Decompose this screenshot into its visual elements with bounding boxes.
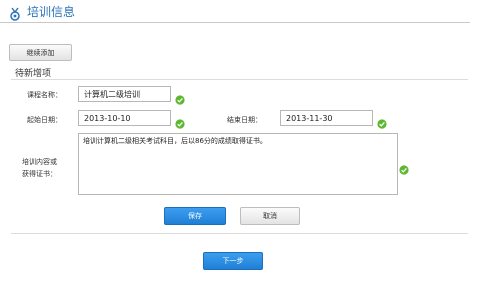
page-title: 培训信息 xyxy=(27,5,76,19)
cancel-button[interactable]: 取消 xyxy=(240,207,300,225)
section-divider xyxy=(11,79,468,80)
check-icon xyxy=(175,114,185,129)
training-content-label: 培训内容或 获得证书： xyxy=(22,156,57,180)
start-date-label: 起始日期： xyxy=(27,116,62,124)
end-date-input[interactable]: 2013-11-30 xyxy=(280,110,373,126)
save-button[interactable]: 保存 xyxy=(164,207,226,225)
course-name-label: 课程名称： xyxy=(27,91,62,99)
course-name-input[interactable]: 计算机二级培训 xyxy=(78,86,171,102)
header-divider xyxy=(0,22,470,23)
footer-divider xyxy=(11,233,468,234)
medal-icon xyxy=(8,6,22,21)
section-title: 待新增项 xyxy=(15,69,52,79)
check-icon xyxy=(377,114,387,129)
continue-add-button[interactable]: 继续添加 xyxy=(9,44,72,61)
check-icon xyxy=(175,90,185,105)
training-content-label-line2: 获得证书： xyxy=(22,170,57,178)
next-step-button[interactable]: 下一步 xyxy=(203,252,263,270)
check-icon xyxy=(399,160,409,175)
start-date-input[interactable]: 2013-10-10 xyxy=(78,110,171,126)
training-content-label-line1: 培训内容或 xyxy=(22,158,57,166)
training-content-textarea[interactable]: 培训计算机二级相关考试科目，后以86分的成绩取得证书。 xyxy=(78,133,398,195)
end-date-label: 结束日期： xyxy=(227,116,262,124)
